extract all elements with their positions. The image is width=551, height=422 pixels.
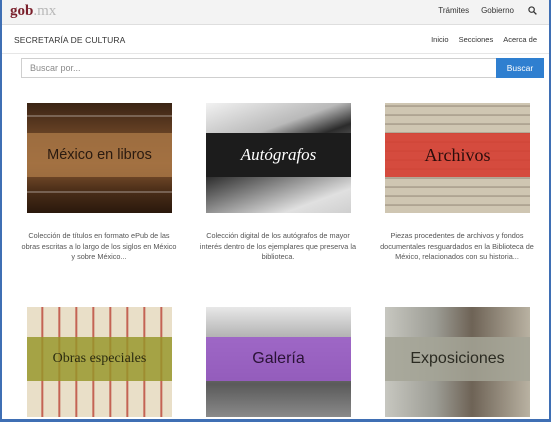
card-image[interactable]: Archivos bbox=[385, 103, 530, 213]
card-image[interactable]: México en libros bbox=[27, 103, 172, 213]
card-title: Obras especiales bbox=[52, 351, 147, 366]
search-icon[interactable] bbox=[528, 6, 537, 18]
card-title-band: Exposiciones bbox=[385, 337, 530, 381]
nav-acerca-de[interactable]: Acerca de bbox=[503, 35, 537, 44]
card-title-band: Obras especiales bbox=[27, 337, 172, 381]
secretaria-nav: Inicio Secciones Acerca de bbox=[431, 35, 537, 44]
card-title: México en libros bbox=[47, 147, 152, 163]
card-title-band: México en libros bbox=[27, 133, 172, 177]
card-description: Piezas procedentes de archivos y fondos … bbox=[380, 231, 534, 261]
nav-inicio[interactable]: Inicio bbox=[431, 35, 449, 44]
card-image[interactable]: Autógrafos bbox=[206, 103, 351, 213]
gov-nav: Trámites Gobierno bbox=[438, 6, 537, 18]
card-title: Archivos bbox=[424, 144, 491, 165]
nav-secciones[interactable]: Secciones bbox=[459, 35, 494, 44]
card-title-band: Archivos bbox=[385, 133, 530, 177]
card-description: Colección de títulos en formato ePub de … bbox=[21, 231, 177, 261]
nav-tramites[interactable]: Trámites bbox=[438, 6, 469, 18]
card-title: Autógrafos bbox=[240, 145, 317, 164]
search-button[interactable]: Buscar bbox=[496, 58, 544, 78]
gov-top-bar: gob.mx Trámites Gobierno bbox=[2, 0, 549, 25]
logo-main: gob bbox=[10, 3, 34, 19]
card-image[interactable]: Exposiciones bbox=[385, 307, 530, 417]
card-title-band: Galería bbox=[206, 337, 351, 381]
card-title: Galería bbox=[252, 350, 305, 367]
search-input[interactable] bbox=[21, 58, 497, 78]
card-image[interactable]: Obras especiales bbox=[27, 307, 172, 417]
card-title: Exposiciones bbox=[410, 350, 505, 367]
card-title-band: Autógrafos bbox=[206, 133, 351, 177]
secretaria-bar: SECRETARÍA DE CULTURA Inicio Secciones A… bbox=[2, 25, 549, 54]
secretaria-title[interactable]: SECRETARÍA DE CULTURA bbox=[14, 35, 125, 45]
logo-suffix: .mx bbox=[33, 3, 57, 19]
gob-mx-logo[interactable]: gob.mx bbox=[10, 3, 56, 20]
card-image[interactable]: Galería bbox=[206, 307, 351, 417]
card-description: Colección digital de los autógrafos de m… bbox=[199, 231, 357, 261]
nav-gobierno[interactable]: Gobierno bbox=[481, 6, 514, 18]
